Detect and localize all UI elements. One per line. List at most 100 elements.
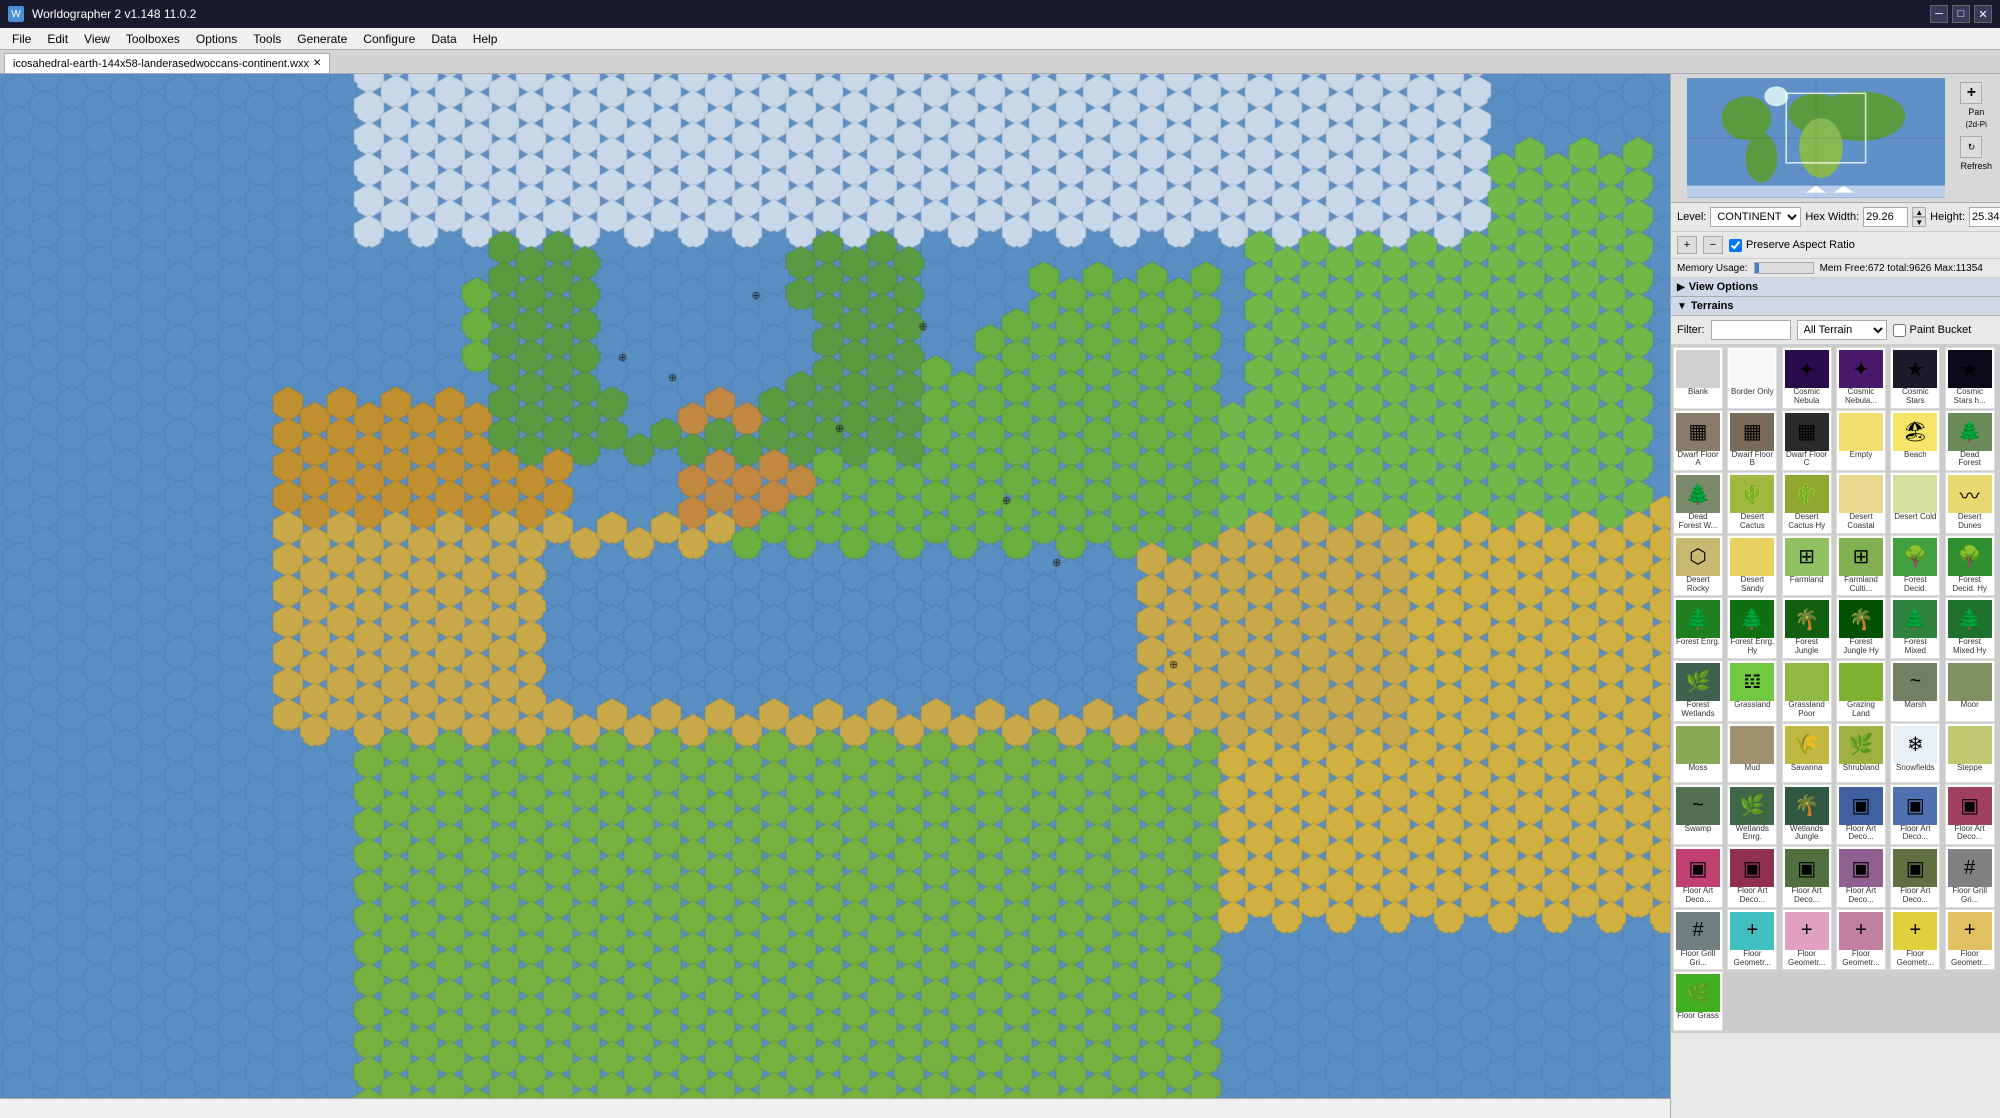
terrain-item-moss[interactable]: Moss bbox=[1673, 723, 1723, 783]
terrain-item-moor[interactable]: Moor bbox=[1945, 660, 1995, 722]
terrain-item-beach[interactable]: 🏖Beach bbox=[1890, 410, 1940, 472]
terrain-item-floor-geom4[interactable]: +Floor Geometr... bbox=[1890, 909, 1940, 971]
terrain-item-dwarf-floor-a[interactable]: ▦Dwarf Floor A bbox=[1673, 410, 1723, 472]
terrain-item-desert-cold[interactable]: Desert Cold bbox=[1890, 472, 1940, 534]
terrain-item-floor-geom2[interactable]: +Floor Geometr... bbox=[1782, 909, 1832, 971]
tab-close-icon[interactable]: ✕ bbox=[313, 58, 321, 69]
terrain-item-grassland-poor[interactable]: Grassland Poor bbox=[1782, 660, 1832, 722]
terrain-item-floor-grill2[interactable]: #Floor Grill Gri... bbox=[1673, 909, 1723, 971]
hex-width-down[interactable]: ▼ bbox=[1912, 217, 1926, 227]
terrain-item-grassland[interactable]: 𝌺Grassland bbox=[1727, 660, 1777, 722]
terrain-item-farmland-cult[interactable]: ⊞Farmland Culti... bbox=[1836, 535, 1886, 597]
terrain-item-wetlands-jungle[interactable]: 🌴Wetlands Jungle bbox=[1782, 784, 1832, 846]
terrain-item-cosmic-stars[interactable]: ★Cosmic Stars bbox=[1890, 347, 1940, 409]
terrain-item-floor-art-deco1[interactable]: ▣Floor Art Deco... bbox=[1836, 784, 1886, 846]
terrain-item-forest-jungle[interactable]: 🌴Forest Jungle bbox=[1782, 597, 1832, 659]
terrain-item-border-only[interactable]: Border Only bbox=[1727, 347, 1777, 409]
menu-generate[interactable]: Generate bbox=[289, 28, 355, 49]
terrain-item-desert-cactus-h[interactable]: 🌵Desert Cactus Hy bbox=[1782, 472, 1832, 534]
menu-tools[interactable]: Tools bbox=[245, 28, 289, 49]
minus-size-button[interactable]: − bbox=[1703, 236, 1723, 254]
preserve-aspect-label[interactable]: Preserve Aspect Ratio bbox=[1729, 239, 1855, 252]
terrain-item-savanna[interactable]: 🌾Savanna bbox=[1782, 723, 1832, 783]
terrain-item-forest-mixed-h[interactable]: 🌲Forest Mixed Hy bbox=[1945, 597, 1995, 659]
terrain-item-desert-rocky[interactable]: ⬡Desert Rocky bbox=[1673, 535, 1723, 597]
terrain-item-forest-wetlands[interactable]: 🌿Forest Wetlands bbox=[1673, 660, 1723, 722]
menu-help[interactable]: Help bbox=[465, 28, 506, 49]
terrain-item-dwarf-floor-b[interactable]: ▦Dwarf Floor B bbox=[1727, 410, 1777, 472]
close-button[interactable]: ✕ bbox=[1974, 5, 1992, 23]
terrain-item-floor-art-deco6[interactable]: ▣Floor Art Deco... bbox=[1782, 846, 1832, 908]
terrain-item-desert-sandy[interactable]: Desert Sandy bbox=[1727, 535, 1777, 597]
map-area[interactable] bbox=[0, 74, 1670, 1118]
terrain-thumb-cosmic-nebula2: ✦ bbox=[1839, 350, 1883, 388]
terrain-item-forest-mixed[interactable]: 🌲Forest Mixed bbox=[1890, 597, 1940, 659]
terrain-item-steppe[interactable]: Steppe bbox=[1945, 723, 1995, 783]
refresh-button[interactable]: ↻ bbox=[1960, 136, 1982, 158]
terrain-item-floor-art-deco7[interactable]: ▣Floor Art Deco... bbox=[1836, 846, 1886, 908]
minimize-button[interactable]: ─ bbox=[1930, 5, 1948, 23]
terrains-header[interactable]: ▼ Terrains bbox=[1671, 297, 2000, 316]
terrain-item-floor-grass[interactable]: 🌿Floor Grass bbox=[1673, 971, 1723, 1031]
terrain-item-grazing[interactable]: Grazing Land bbox=[1836, 660, 1886, 722]
hex-width-spinner[interactable]: ▲ ▼ bbox=[1912, 207, 1926, 227]
menu-configure[interactable]: Configure bbox=[355, 28, 423, 49]
menu-edit[interactable]: Edit bbox=[39, 28, 76, 49]
terrain-item-floor-grill1[interactable]: #Floor Grill Gri... bbox=[1945, 846, 1995, 908]
terrain-item-floor-geom5[interactable]: +Floor Geometr... bbox=[1945, 909, 1995, 971]
hex-width-up[interactable]: ▲ bbox=[1912, 207, 1926, 217]
terrain-item-cosmic-nebula2[interactable]: ✦Cosmic Nebula... bbox=[1836, 347, 1886, 409]
terrain-item-floor-art-deco2[interactable]: ▣Floor Art Deco... bbox=[1890, 784, 1940, 846]
terrain-item-floor-art-deco4[interactable]: ▣Floor Art Deco... bbox=[1673, 846, 1723, 908]
menu-file[interactable]: File bbox=[4, 28, 39, 49]
terrain-item-cosmic-nebula[interactable]: ✦Cosmic Nebula bbox=[1782, 347, 1832, 409]
terrain-item-snowfields[interactable]: ❄Snowfields bbox=[1890, 723, 1940, 783]
terrain-item-desert-dunes[interactable]: 〰Desert Dunes bbox=[1945, 472, 1995, 534]
terrain-item-forest-enrg-h[interactable]: 🌲Forest Enrg. Hy bbox=[1727, 597, 1777, 659]
menu-toolboxes[interactable]: Toolboxes bbox=[118, 28, 188, 49]
terrain-item-forest-enrg[interactable]: 🌲Forest Enrg. bbox=[1673, 597, 1723, 659]
terrain-item-dead-forest-w[interactable]: 🌲Dead Forest W... bbox=[1673, 472, 1723, 534]
filter-input[interactable] bbox=[1711, 320, 1791, 340]
terrain-item-dead-forest[interactable]: 🌲Dead Forest bbox=[1945, 410, 1995, 472]
terrain-item-forest-decid-h[interactable]: 🌳Forest Decid. Hy bbox=[1945, 535, 1995, 597]
terrain-type-dropdown[interactable]: All Terrain Land Water bbox=[1797, 320, 1887, 340]
terrain-item-desert-coastal[interactable]: Desert Coastal bbox=[1836, 472, 1886, 534]
terrain-item-floor-geom1[interactable]: +Floor Geometr... bbox=[1727, 909, 1777, 971]
level-dropdown[interactable]: CONTINENT REGION LOCAL bbox=[1710, 207, 1801, 227]
hex-height-input[interactable] bbox=[1969, 207, 2000, 227]
preserve-aspect-checkbox[interactable] bbox=[1729, 239, 1742, 252]
minimap-plus-button[interactable]: + bbox=[1960, 82, 1982, 104]
terrain-item-cosmic-stars2[interactable]: ★Cosmic Stars h... bbox=[1945, 347, 1995, 409]
terrain-label-moor: Moor bbox=[1961, 701, 1979, 710]
terrain-item-farmland[interactable]: ⊞Farmland bbox=[1782, 535, 1832, 597]
menu-options[interactable]: Options bbox=[188, 28, 245, 49]
tab-main[interactable]: icosahedral-earth-144x58-landerasedwocca… bbox=[4, 53, 330, 73]
terrain-item-swamp[interactable]: ~Swamp bbox=[1673, 784, 1723, 846]
terrain-item-floor-art-deco8[interactable]: ▣Floor Art Deco... bbox=[1890, 846, 1940, 908]
view-options-header[interactable]: ▶ View Options bbox=[1671, 278, 2000, 297]
terrain-item-dwarf-floor-c[interactable]: ▦Dwarf Floor C bbox=[1782, 410, 1832, 472]
menu-view[interactable]: View bbox=[76, 28, 118, 49]
map-canvas[interactable] bbox=[0, 74, 1670, 1098]
terrain-item-shrubland[interactable]: 🌿Shrubland bbox=[1836, 723, 1886, 783]
hex-width-input[interactable] bbox=[1863, 207, 1908, 227]
minimap-container[interactable] bbox=[1687, 78, 1945, 198]
menu-data[interactable]: Data bbox=[423, 28, 464, 49]
terrain-item-floor-art-deco5[interactable]: ▣Floor Art Deco... bbox=[1727, 846, 1777, 908]
terrain-item-forest-decid[interactable]: 🌳Forest Decid. bbox=[1890, 535, 1940, 597]
paint-bucket-checkbox[interactable] bbox=[1893, 324, 1906, 337]
terrain-item-floor-geom3[interactable]: +Floor Geometr... bbox=[1836, 909, 1886, 971]
terrain-item-mud[interactable]: Mud bbox=[1727, 723, 1777, 783]
maximize-button[interactable]: □ bbox=[1952, 5, 1970, 23]
terrain-item-forest-jungle-h[interactable]: 🌴Forest Jungle Hy bbox=[1836, 597, 1886, 659]
plus-size-button[interactable]: + bbox=[1677, 236, 1697, 254]
terrain-item-floor-art-deco3[interactable]: ▣Floor Art Deco... bbox=[1945, 784, 1995, 846]
terrain-item-blank[interactable]: Blank bbox=[1673, 347, 1723, 409]
terrain-label-farmland-cult: Farmland Culti... bbox=[1839, 576, 1883, 594]
terrain-item-empty[interactable]: Empty bbox=[1836, 410, 1886, 472]
terrain-item-wetlands-enrg[interactable]: 🌿Wetlands Enrg. bbox=[1727, 784, 1777, 846]
hex-canvas[interactable] bbox=[0, 74, 1670, 1098]
terrain-item-marsh[interactable]: ~Marsh bbox=[1890, 660, 1940, 722]
terrain-item-desert-cactus[interactable]: 🌵Desert Cactus bbox=[1727, 472, 1777, 534]
